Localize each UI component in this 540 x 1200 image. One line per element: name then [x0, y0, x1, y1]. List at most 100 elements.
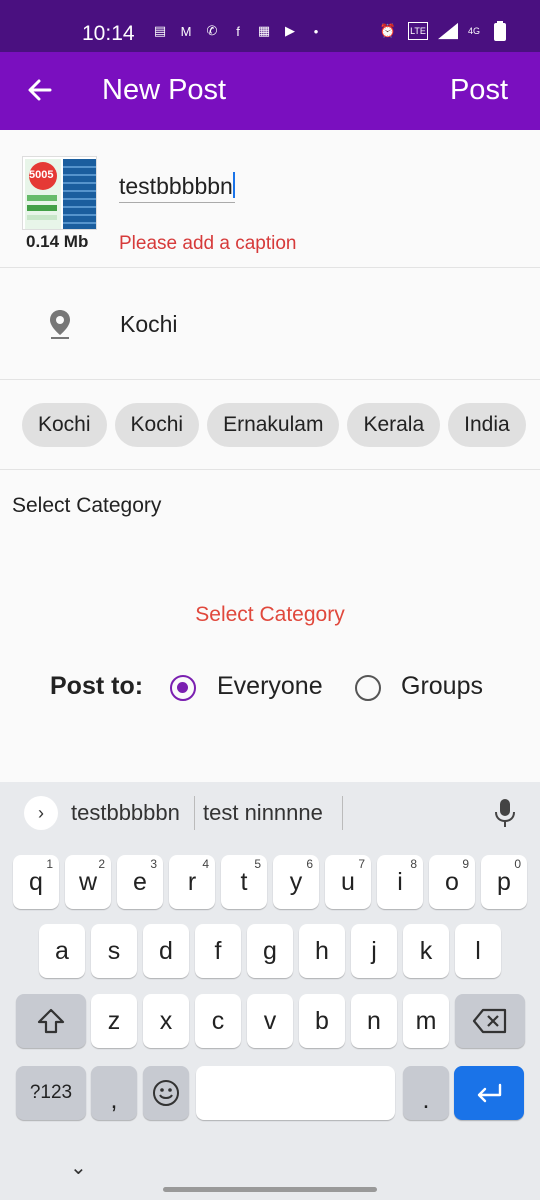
- location-chip[interactable]: Kerala: [347, 403, 441, 447]
- facebook-icon: f: [236, 23, 240, 39]
- key[interactable]: a: [39, 924, 85, 978]
- location-field[interactable]: Kochi: [120, 311, 178, 338]
- divider: [0, 469, 540, 470]
- key-label: a: [55, 936, 69, 965]
- key-hint: 3: [150, 857, 157, 871]
- back-arrow-icon[interactable]: [24, 74, 56, 106]
- status-time: 10:14: [82, 22, 135, 45]
- chevron-down-icon[interactable]: ⌄: [70, 1155, 87, 1180]
- key[interactable]: m: [403, 994, 449, 1048]
- more-dot-icon: •: [313, 23, 319, 39]
- location-chip[interactable]: Kochi: [114, 403, 200, 447]
- key[interactable]: e3: [117, 855, 163, 909]
- key-label: r: [187, 867, 197, 896]
- key-label: g: [263, 936, 277, 965]
- suggestion-divider: [342, 796, 343, 830]
- key-label: y: [289, 867, 303, 896]
- media-size: 0.14 Mb: [26, 232, 89, 251]
- key-label: ?123: [29, 1082, 73, 1103]
- enter-key[interactable]: [454, 1066, 524, 1120]
- key[interactable]: q1: [13, 855, 59, 909]
- key-label: ,: [110, 1085, 118, 1114]
- key-label: p: [497, 867, 511, 896]
- key-label: c: [211, 1006, 225, 1035]
- key[interactable]: l: [455, 924, 501, 978]
- period-key[interactable]: .: [403, 1066, 449, 1120]
- key[interactable]: w2: [65, 855, 111, 909]
- key[interactable]: o9: [429, 855, 475, 909]
- key[interactable]: n: [351, 994, 397, 1048]
- suggestion-item[interactable]: testbbbbbn: [71, 800, 180, 826]
- post-button[interactable]: Post: [450, 74, 508, 107]
- caption-error: Please add a caption: [119, 233, 297, 254]
- key[interactable]: f: [195, 924, 241, 978]
- key[interactable]: x: [143, 994, 189, 1048]
- comma-key[interactable]: ,: [91, 1066, 137, 1120]
- shift-key[interactable]: [16, 994, 86, 1048]
- chevron-right-icon[interactable]: ›: [24, 796, 58, 830]
- key-label: m: [415, 1006, 437, 1035]
- system-icons: ⏰ LTE 4G: [378, 21, 510, 41]
- key[interactable]: b: [299, 994, 345, 1048]
- shift-icon: [37, 1008, 65, 1034]
- backspace-key[interactable]: [455, 994, 525, 1048]
- radio-groups-label[interactable]: Groups: [401, 672, 483, 701]
- text-cursor: [232, 172, 235, 198]
- key-label: q: [29, 867, 43, 896]
- page-title: New Post: [102, 74, 227, 106]
- key-label: s: [107, 936, 121, 965]
- symbols-key[interactable]: ?123: [16, 1066, 86, 1120]
- location-pin-icon: [47, 308, 73, 340]
- key[interactable]: d: [143, 924, 189, 978]
- key-hint: 2: [98, 857, 105, 871]
- key[interactable]: u7: [325, 855, 371, 909]
- key[interactable]: t5: [221, 855, 267, 909]
- key[interactable]: g: [247, 924, 293, 978]
- key[interactable]: c: [195, 994, 241, 1048]
- enter-icon: [477, 1083, 502, 1103]
- key-label: e: [133, 867, 147, 896]
- key-label: w: [78, 867, 98, 896]
- key-hint: 9: [462, 857, 469, 871]
- phone-icon: ✆: [206, 23, 218, 38]
- key-hint: 5: [254, 857, 261, 871]
- divider: [0, 267, 540, 268]
- gesture-handle[interactable]: [163, 1187, 377, 1192]
- select-category-button[interactable]: Select Category: [0, 603, 540, 627]
- caption-input[interactable]: testbbbbbn: [119, 172, 235, 203]
- location-chip[interactable]: Ernakulam: [207, 403, 340, 447]
- location-chip[interactable]: Kochi: [22, 403, 107, 447]
- key[interactable]: v: [247, 994, 293, 1048]
- thumb-number: 5005: [29, 169, 54, 181]
- media-thumbnail[interactable]: 5005: [22, 156, 97, 230]
- key[interactable]: p0: [481, 855, 527, 909]
- radio-everyone[interactable]: [170, 675, 196, 701]
- key[interactable]: s: [91, 924, 137, 978]
- radio-groups[interactable]: [355, 675, 381, 701]
- category-label: Select Category: [12, 494, 162, 517]
- key[interactable]: k: [403, 924, 449, 978]
- key[interactable]: i8: [377, 855, 423, 909]
- key[interactable]: z: [91, 994, 137, 1048]
- key[interactable]: h: [299, 924, 345, 978]
- key-label: i: [397, 867, 403, 896]
- navigation-bar: ⌄: [0, 1145, 540, 1200]
- suggestion-item[interactable]: test ninnnne: [203, 800, 323, 826]
- space-key[interactable]: [196, 1066, 395, 1120]
- key-label: u: [341, 867, 355, 896]
- key-hint: 6: [306, 857, 313, 871]
- location-chip[interactable]: India: [448, 403, 526, 447]
- key[interactable]: r4: [169, 855, 215, 909]
- key[interactable]: y6: [273, 855, 319, 909]
- key[interactable]: j: [351, 924, 397, 978]
- youtube-icon: ▶: [285, 23, 295, 38]
- caption-text: testbbbbbn: [119, 173, 233, 199]
- battery-icon: [490, 21, 510, 41]
- radio-everyone-label[interactable]: Everyone: [217, 672, 323, 701]
- emoji-key[interactable]: [143, 1066, 189, 1120]
- signal-icon: [437, 21, 458, 41]
- suggestion-divider: [194, 796, 195, 830]
- key-label: h: [315, 936, 329, 965]
- key-label: z: [107, 1006, 121, 1035]
- microphone-icon[interactable]: [494, 798, 516, 828]
